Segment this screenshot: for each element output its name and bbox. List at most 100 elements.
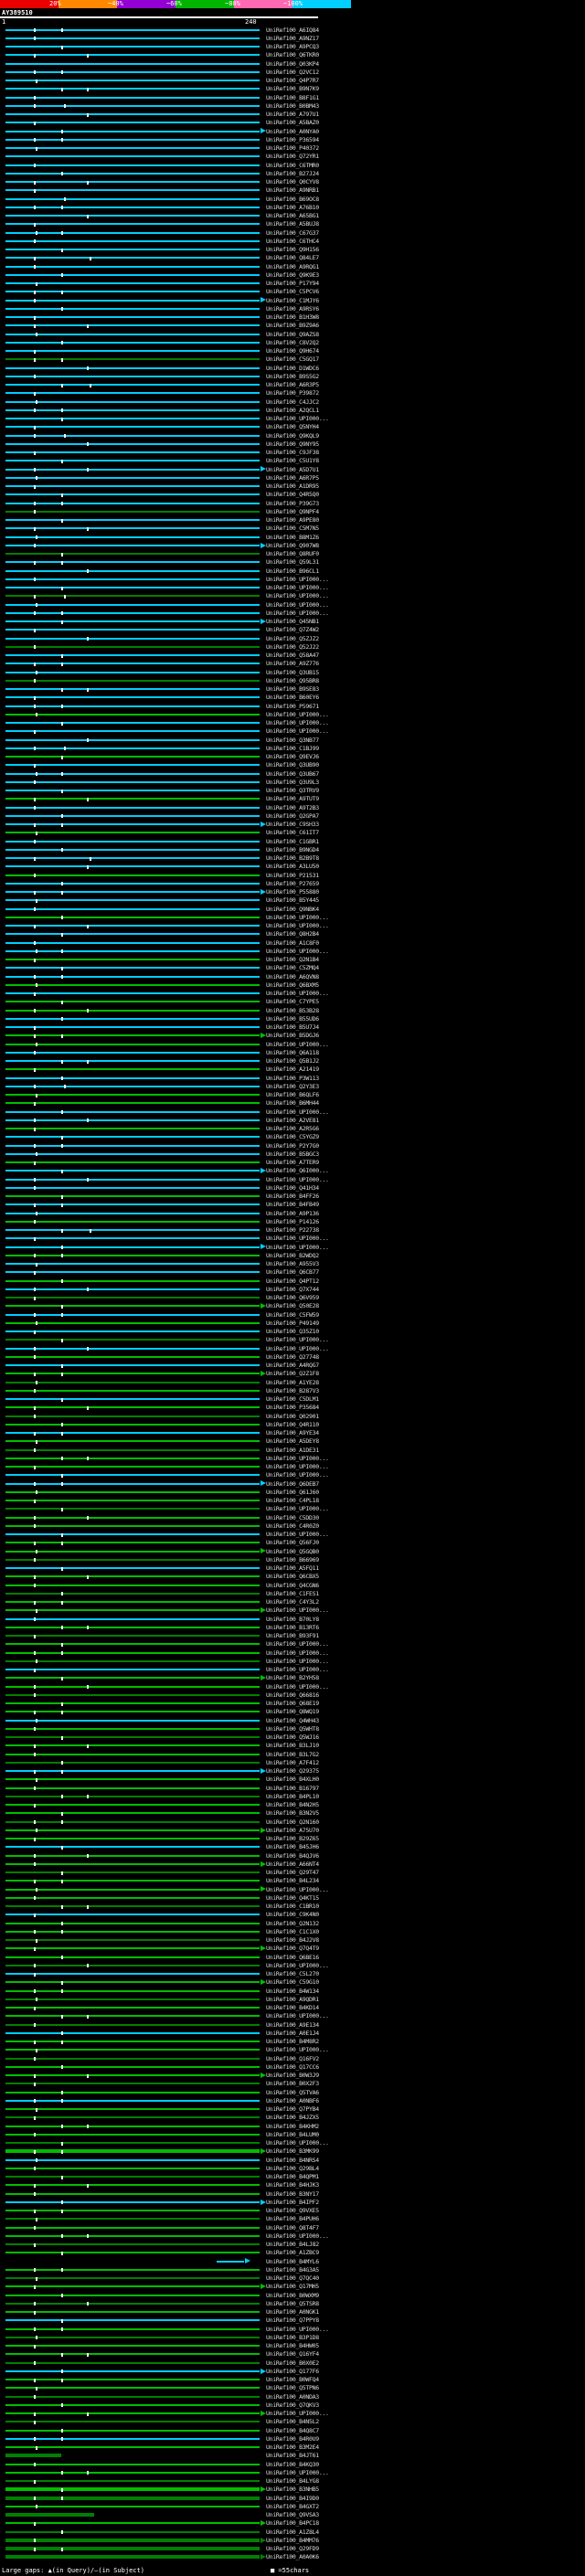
hit-accession-link[interactable]: UniRef100_Q4PT12 <box>266 1277 319 1285</box>
hit-accession-link[interactable]: UniRef100_B4QPM1 <box>266 2173 319 2180</box>
hit-line[interactable] <box>5 907 260 910</box>
hit-row[interactable]: UniRef100_UPI000... <box>0 913 585 921</box>
hit-row[interactable]: UniRef100_Q29T47 <box>0 1869 585 1877</box>
hit-accession-link[interactable]: UniRef100_B93F91 <box>266 1632 319 1639</box>
hit-line[interactable] <box>5 1804 260 1807</box>
hit-accession-link[interactable]: UniRef100_B45JH6 <box>266 1843 319 1850</box>
hit-row[interactable]: UniRef100_B4XLH0 <box>0 1776 585 1784</box>
hit-line[interactable] <box>5 2099 260 2102</box>
hit-row[interactable]: UniRef100_Q3U9L3 <box>0 778 585 786</box>
hit-line[interactable] <box>5 756 260 758</box>
hit-line[interactable] <box>5 637 260 640</box>
hit-accession-link[interactable]: UniRef100_Q6BXM5 <box>266 981 319 989</box>
hit-row[interactable]: UniRef100_UPI000... <box>0 1344 585 1352</box>
hit-row[interactable]: UniRef100_Q4WH43 <box>0 1716 585 1724</box>
hit-accession-link[interactable]: UniRef100_Q8H2B4 <box>266 930 319 938</box>
hit-accession-link[interactable]: UniRef100_A6R7P5 <box>266 474 319 482</box>
hit-row[interactable]: UniRef100_C4PL18 <box>0 1497 585 1505</box>
hit-line[interactable] <box>5 282 260 285</box>
hit-row[interactable]: UniRef100_UPI000... <box>0 1505 585 1513</box>
hit-accession-link[interactable]: UniRef100_A1YE28 <box>266 1379 319 1386</box>
hit-accession-link[interactable]: UniRef100_B4LUM0 <box>266 2131 319 2138</box>
hit-accession-link[interactable]: UniRef100_A1DE31 <box>266 1447 319 1454</box>
hit-accession-link[interactable]: UniRef100_Q2Y3E3 <box>266 1083 319 1090</box>
hit-accession-link[interactable]: UniRef100_Q9NBK4 <box>266 906 319 913</box>
hit-accession-link[interactable]: UniRef100_UPI000... <box>266 727 329 735</box>
hit-row[interactable]: UniRef100_P39G73 <box>0 499 585 507</box>
hit-row[interactable]: UniRef100_P36594 <box>0 135 585 143</box>
hit-row[interactable]: UniRef100_UPI000... <box>0 2046 585 2054</box>
hit-accession-link[interactable]: UniRef100_C5GQ17 <box>266 355 319 363</box>
hit-accession-link[interactable]: UniRef100_B2WDQ2 <box>266 1252 319 1259</box>
hit-line[interactable] <box>5 366 260 369</box>
hit-line[interactable] <box>5 1989 260 1992</box>
hit-line[interactable] <box>5 80 260 82</box>
hit-line[interactable] <box>5 1524 260 1527</box>
hit-accession-link[interactable]: UniRef100_B4MM76 <box>266 2537 319 2544</box>
hit-row[interactable]: UniRef100_C9K4N0 <box>0 1911 585 1919</box>
hit-accession-link[interactable]: UniRef100_B13RT6 <box>266 1624 319 1631</box>
hit-row[interactable]: UniRef100_Q9H674 <box>0 347 585 355</box>
hit-line[interactable] <box>5 1474 260 1477</box>
hit-accession-link[interactable]: UniRef100_P35684 <box>266 1404 319 1411</box>
hit-accession-link[interactable]: UniRef100_Q7Z4W2 <box>266 626 319 633</box>
hit-line[interactable] <box>5 1905 260 1908</box>
hit-line[interactable] <box>5 1888 260 1891</box>
hit-line[interactable] <box>5 1102 260 1105</box>
hit-accession-link[interactable]: UniRef100_Q68E19 <box>266 1700 319 1707</box>
hit-row[interactable]: UniRef100_UPI000... <box>0 2410 585 2418</box>
hit-accession-link[interactable]: UniRef100_P39G73 <box>266 500 319 507</box>
hit-accession-link[interactable]: UniRef100_B5Y445 <box>266 896 319 904</box>
hit-accession-link[interactable]: UniRef100_B4NRS4 <box>266 2157 319 2164</box>
hit-row[interactable]: UniRef100_UPI000... <box>0 1175 585 1183</box>
hit-accession-link[interactable]: UniRef100_B4MYL6 <box>266 2258 319 2265</box>
hit-row[interactable]: UniRef100_Q4KT15 <box>0 1893 585 1902</box>
hit-row[interactable]: UniRef100_P40372 <box>0 144 585 153</box>
hit-line[interactable] <box>5 265 260 268</box>
hit-accession-link[interactable]: UniRef100_A9Z776 <box>266 660 319 667</box>
hit-accession-link[interactable]: UniRef100_B5U7J4 <box>266 1023 319 1031</box>
hit-row[interactable]: UniRef100_B2YH58 <box>0 1674 585 1682</box>
hit-row[interactable]: UniRef100_C4R0Z0 <box>0 1521 585 1530</box>
hit-row[interactable]: UniRef100_Q3UB67 <box>0 769 585 778</box>
hit-row[interactable]: UniRef100_Q6BXM5 <box>0 981 585 989</box>
hit-line[interactable] <box>5 2302 260 2305</box>
hit-accession-link[interactable]: UniRef100_Q35Z10 <box>266 1328 319 1335</box>
hit-line[interactable] <box>5 2454 62 2458</box>
hit-line[interactable] <box>5 1770 260 1773</box>
hit-row[interactable]: UniRef100_B4QPM1 <box>0 2173 585 2181</box>
hit-row[interactable]: UniRef100_Q7PPY8 <box>0 2316 585 2325</box>
hit-row[interactable]: UniRef100_B4I9D0 <box>0 2494 585 2502</box>
hit-row[interactable]: UniRef100_B3LJ10 <box>0 1742 585 1750</box>
hit-line[interactable] <box>5 1812 260 1815</box>
hit-accession-link[interactable]: UniRef100_Q2VC12 <box>266 69 319 76</box>
hit-row[interactable]: UniRef100_A75U70 <box>0 1826 585 1834</box>
hit-accession-link[interactable]: UniRef100_B4KD14 <box>266 2004 319 2011</box>
hit-accession-link[interactable]: UniRef100_Q95BR8 <box>266 677 319 684</box>
hit-row[interactable]: UniRef100_C4Y3L2 <box>0 1598 585 1606</box>
hit-line[interactable] <box>5 2395 260 2398</box>
hit-accession-link[interactable]: UniRef100_Q3NB77 <box>266 737 319 744</box>
hit-line[interactable] <box>5 747 260 749</box>
hit-line[interactable] <box>5 442 260 445</box>
hit-accession-link[interactable]: UniRef100_A66NT4 <box>266 1860 319 1868</box>
hit-accession-link[interactable]: UniRef100_A76B10 <box>266 204 319 211</box>
hit-line[interactable] <box>5 780 260 783</box>
hit-accession-link[interactable]: UniRef100_A9NRB1 <box>266 186 319 194</box>
hit-row[interactable]: UniRef100_Q8RUF0 <box>0 550 585 558</box>
hit-line[interactable] <box>5 2421 260 2423</box>
hit-accession-link[interactable]: UniRef100_C6TMR0 <box>266 162 319 169</box>
hit-row[interactable]: UniRef100_Q5WHT8 <box>0 1724 585 1733</box>
hit-accession-link[interactable]: UniRef100_Q9H674 <box>266 347 319 355</box>
hit-line[interactable] <box>5 578 260 580</box>
hit-row[interactable]: UniRef100_UPI000... <box>0 1961 585 1969</box>
hit-row[interactable]: UniRef100_UPI000... <box>0 1648 585 1657</box>
hit-line[interactable] <box>5 1051 260 1054</box>
hit-row[interactable]: UniRef100_A6IQ84 <box>0 26 585 34</box>
hit-accession-link[interactable]: UniRef100_C61IT7 <box>266 829 319 836</box>
hit-accession-link[interactable]: UniRef100_Q2GPA7 <box>266 812 319 820</box>
hit-accession-link[interactable]: UniRef100_Q9KQL9 <box>266 432 319 440</box>
hit-line[interactable] <box>5 840 260 843</box>
hit-row[interactable]: UniRef100_Q3UB15 <box>0 668 585 676</box>
hit-row[interactable]: UniRef100_Q66816 <box>0 1691 585 1699</box>
